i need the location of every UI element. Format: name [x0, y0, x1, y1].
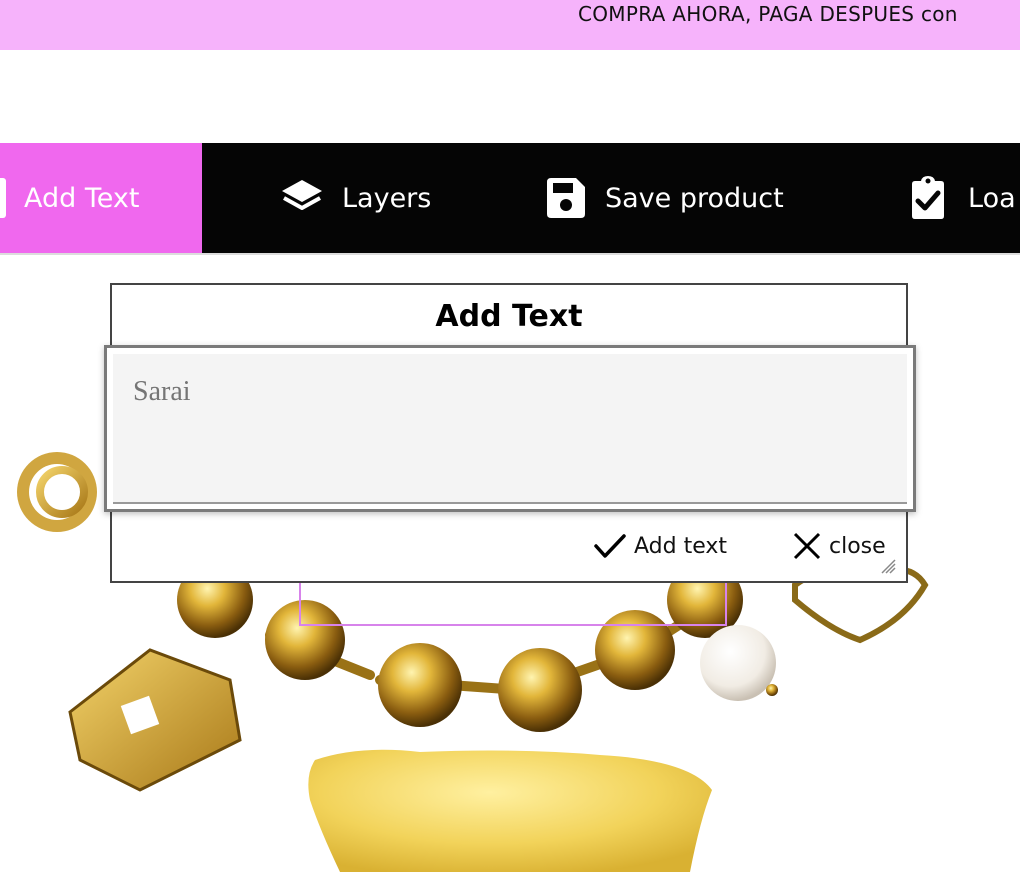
- add-text-icon: [0, 178, 6, 218]
- add-text-button[interactable]: Add text: [592, 528, 727, 564]
- close-button[interactable]: close: [791, 528, 886, 564]
- tool-save-product[interactable]: Save product: [543, 143, 784, 253]
- tool-layers[interactable]: Layers: [280, 143, 431, 253]
- text-input[interactable]: [113, 354, 907, 504]
- sun-charm: [17, 452, 97, 532]
- editor-toolbar: Add Text Layers Save product Loa: [0, 143, 1020, 253]
- promo-text: COMPRA AHORA, PAGA DESPUES con: [578, 2, 958, 26]
- gold-bead: [498, 648, 582, 732]
- tool-load[interactable]: Loa: [906, 143, 1016, 253]
- layers-icon: [282, 180, 322, 210]
- promo-banner: COMPRA AHORA, PAGA DESPUES con: [0, 0, 1020, 50]
- tool-save-label: Save product: [605, 182, 784, 214]
- tool-add-text[interactable]: Add Text: [0, 143, 202, 253]
- resize-grip-icon[interactable]: [880, 558, 896, 574]
- gold-bead: [378, 643, 462, 727]
- text-input-container: [104, 345, 916, 512]
- save-icon: [547, 178, 585, 218]
- clipboard-check-icon: [912, 176, 944, 219]
- pearl-bead: [700, 625, 776, 701]
- close-icon: [793, 532, 821, 560]
- yellow-stone-pendant: [308, 749, 712, 872]
- tool-layers-label: Layers: [342, 182, 432, 214]
- lantern-charm: [68, 648, 242, 792]
- checkmark-icon: [594, 534, 626, 558]
- close-button-label: close: [829, 533, 886, 559]
- tool-load-label: Loa: [968, 182, 1016, 214]
- tool-add-text-label: Add Text: [24, 182, 140, 214]
- add-text-button-label: Add text: [634, 533, 728, 559]
- dialog-title: Add Text: [435, 299, 583, 334]
